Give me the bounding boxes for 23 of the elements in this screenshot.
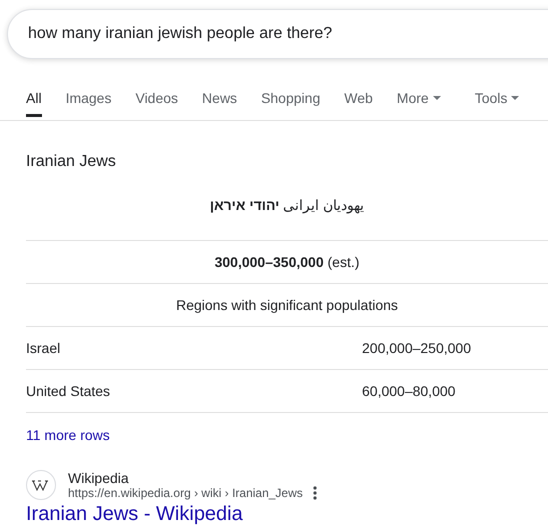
more-options-icon[interactable] <box>312 486 317 500</box>
table-text: Regions with significant populations <box>175 297 399 313</box>
nav-tab[interactable]: News <box>202 81 238 120</box>
wikipedia-logo-icon <box>26 470 56 500</box>
row-label: Israel <box>26 340 62 356</box>
result-title-link[interactable]: Iranian Jews - Wikipedia <box>26 503 243 526</box>
search-field[interactable]: how many iranian jewish people are there? <box>7 9 548 59</box>
nav-tab[interactable]: More <box>396 81 441 120</box>
nav-tab[interactable]: Images <box>66 81 112 120</box>
row-label: United States <box>26 383 112 399</box>
nav-tab[interactable]: Web <box>344 81 373 120</box>
result-url: https://en.wikipedia.org › wiki › Iranian_Jews <box>68 486 303 500</box>
infobox-title: Iranian Jews <box>26 153 117 171</box>
site-name: Wikipedia <box>68 470 130 486</box>
row-value: 60,000–80,000 <box>362 383 456 399</box>
nav-tab[interactable]: All <box>26 81 42 117</box>
more-rows-link[interactable]: 11 more rows <box>26 427 110 443</box>
table-text: یهودیان ایرانی יהודי איראן <box>208 197 366 213</box>
row-value: 200,000–250,000 <box>362 340 471 356</box>
table-text: 300,000–350,000 (est.) <box>214 254 360 270</box>
nav-tab[interactable]: Shopping <box>261 81 320 120</box>
nav-tab[interactable]: Tools <box>474 81 520 120</box>
nav-tab[interactable]: Videos <box>135 81 178 120</box>
